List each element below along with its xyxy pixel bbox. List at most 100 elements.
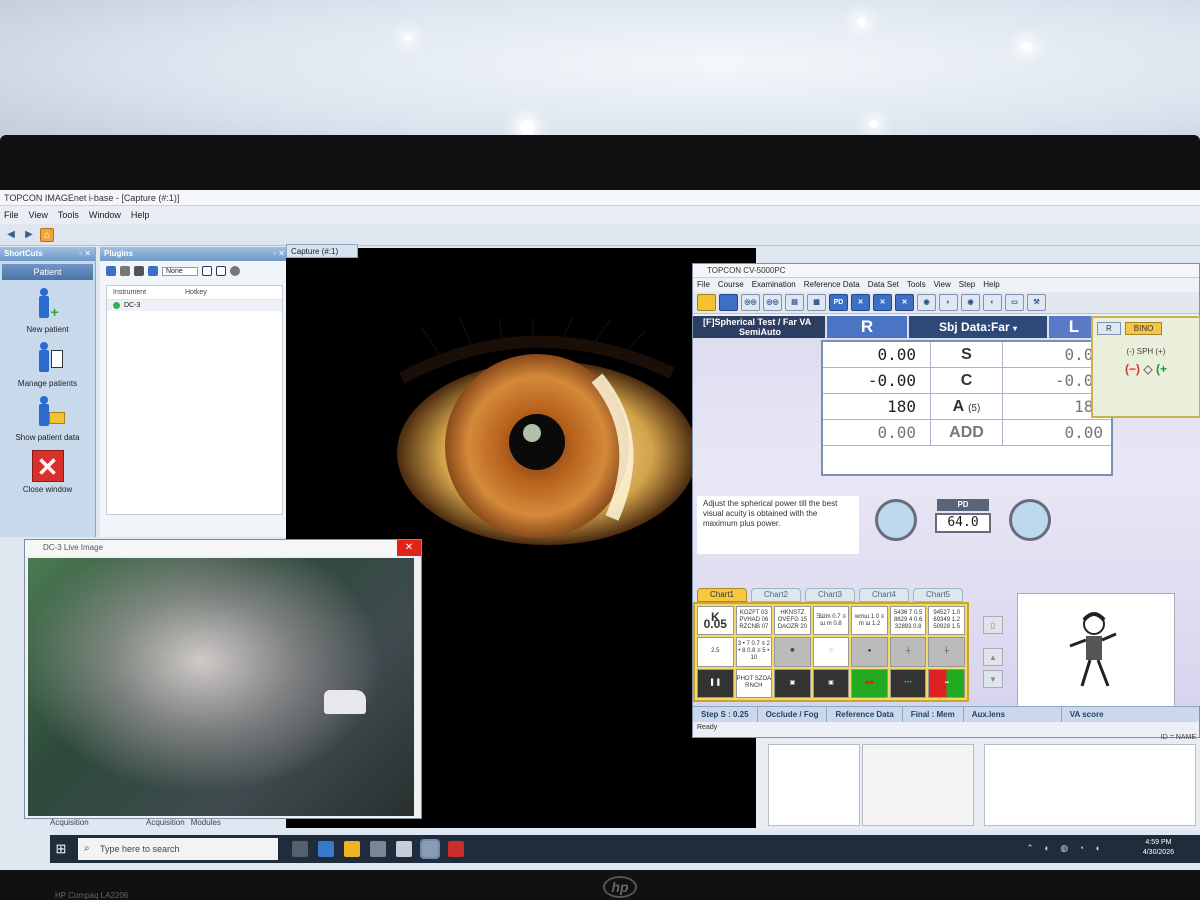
tab-acquisition-small[interactable]: Acquisition (146, 818, 185, 832)
imagenet-app-icon[interactable] (420, 839, 440, 859)
minus-icon[interactable]: (−) (1125, 362, 1140, 376)
taskbar-search-input[interactable]: ⌕ Type here to search (78, 838, 278, 860)
cv-menu-course[interactable]: Course (718, 278, 744, 292)
menu-file[interactable]: File (4, 206, 19, 224)
store-icon[interactable] (370, 841, 386, 857)
calendar-icon[interactable]: ▦ (807, 294, 826, 311)
cv5000-app-icon[interactable] (448, 841, 464, 857)
chart-mask-icon[interactable]: ▯ (983, 616, 1003, 634)
pd-icon[interactable]: PD (829, 294, 848, 311)
tab-chart2[interactable]: Chart2 (751, 588, 801, 602)
hotkey-select[interactable]: None (162, 266, 198, 276)
system-tray-icons[interactable]: ⌃ ◐ ◍ ◔ ◖ (1026, 843, 1104, 854)
tab-acquisition[interactable]: Acquisition (50, 818, 140, 832)
capture-tab[interactable]: Capture (#:1) (286, 244, 358, 258)
windows-start-icon[interactable]: ⊞ (50, 841, 72, 857)
open-folder-icon[interactable] (697, 294, 716, 311)
monitor-icon[interactable] (148, 266, 158, 276)
chart-cell-lines-icon[interactable]: ▌▐ (697, 668, 734, 698)
cv-menu-tools[interactable]: Tools (907, 278, 926, 292)
chart-cell-cross-icon[interactable]: ┼ (928, 637, 965, 667)
chart-cell-color-dots-icon[interactable]: •+• (889, 668, 927, 698)
mail-icon[interactable] (396, 841, 412, 857)
chart-cell[interactable]: 2.5 (697, 637, 734, 667)
edge-icon[interactable] (318, 841, 334, 857)
patient-tab[interactable]: Patient (2, 264, 93, 280)
menu-tools[interactable]: Tools (58, 206, 79, 224)
menu-view[interactable]: View (29, 206, 48, 224)
chart-cell[interactable]: ƎШm 0.7 ≡ ш m 0.8 (812, 606, 850, 636)
sph-adjuster[interactable]: (−) ◇ (+ (1093, 362, 1199, 376)
right-eye-header[interactable]: R (827, 316, 907, 338)
cv-menu-data-set[interactable]: Data Set (868, 278, 899, 292)
tool-icon[interactable] (120, 266, 130, 276)
down-arrow-icon[interactable]: ▼ (983, 670, 1003, 688)
left-add-value[interactable]: 0.00 (1003, 420, 1111, 445)
tab-chart5[interactable]: Chart5 (913, 588, 963, 602)
right-sph-value[interactable]: 0.00 (823, 342, 931, 367)
camera-icon[interactable] (106, 266, 116, 276)
cv-menu-help[interactable]: Help (983, 278, 999, 292)
home-icon[interactable]: ⌂ (40, 227, 54, 242)
occlude-fog-button[interactable]: Occlude / Fog (758, 707, 828, 722)
h-icon[interactable] (202, 266, 212, 276)
cv-menu-examination[interactable]: Examination (752, 278, 796, 292)
manage-patients-button[interactable]: Manage patients (0, 342, 95, 388)
aux-lens-button[interactable]: Aux.lens (964, 707, 1062, 722)
glasses-compare-icon[interactable]: ◎◎ (763, 294, 782, 311)
tab-modules[interactable]: Modules (191, 818, 221, 832)
plus-icon[interactable]: (+ (1156, 362, 1167, 376)
chart-cell-red-green-icon[interactable]: ▪▪ (928, 668, 965, 698)
back-arrow-icon[interactable]: ◀ (4, 228, 18, 242)
image-thumbnail-slot[interactable] (984, 744, 1196, 826)
reference-data-button[interactable]: Reference Data (827, 707, 903, 722)
bino-button[interactable]: BINO (1124, 322, 1163, 335)
chart-cell[interactable]: 5436 7 0.5 8829 4 0.6 32893 0.8 (889, 606, 927, 636)
record-icon[interactable] (230, 266, 240, 276)
right-axis-value[interactable]: 180 (823, 394, 931, 419)
cv-menu-file[interactable]: File (697, 278, 710, 292)
eye-view-icon[interactable]: ◉ (961, 294, 980, 311)
cv-menu-step[interactable]: Step (959, 278, 975, 292)
taskbar-clock[interactable]: 4:59 PM 4/30/2026 (1143, 838, 1174, 858)
forward-arrow-icon[interactable]: ▶ (22, 228, 36, 242)
close-window-button[interactable]: ✕ Close window (0, 450, 95, 494)
panel-close-icon[interactable]: ▫ ✕ (79, 247, 91, 261)
chart-cell-color-icon[interactable]: ◆◆ (851, 668, 888, 698)
task-view-icon[interactable] (292, 841, 308, 857)
va-score-button[interactable]: VA score (1062, 707, 1112, 722)
close-icon[interactable]: ✕ (397, 540, 421, 556)
subjective-data-select[interactable]: Sbj Data:Far ▾ (909, 316, 1047, 338)
patient-icon[interactable] (719, 294, 738, 311)
chart-cell[interactable]: wmш 1.0 ≡ m ш 1.2 (851, 606, 888, 636)
tab-chart1[interactable]: Chart1 (697, 588, 747, 602)
step-setting[interactable]: Step S : 0.25 (693, 707, 758, 722)
glasses-icon[interactable]: ◎◎ (741, 294, 760, 311)
chart-cell[interactable]: PHOT SZOA RNCH (735, 668, 773, 698)
eye-icon[interactable] (134, 266, 144, 276)
chart-cell-dots-icon[interactable]: ⁘ (812, 637, 850, 667)
file-explorer-icon[interactable] (344, 841, 360, 857)
right-add-value[interactable]: 0.00 (823, 420, 931, 445)
chart-cell-square-icon[interactable]: ▣ (774, 668, 811, 698)
prism-icon[interactable]: ✕ (895, 294, 914, 311)
cross-cylinder-icon[interactable]: ✕ (851, 294, 870, 311)
va-icon[interactable]: ✕ (873, 294, 892, 311)
image-thumbnail-slot[interactable] (862, 744, 974, 826)
chart-cell-square-icon[interactable]: ▣ (812, 668, 850, 698)
show-patient-data-button[interactable]: Show patient data (0, 396, 95, 442)
tab-chart3[interactable]: Chart3 (805, 588, 855, 602)
up-arrow-icon[interactable]: ▲ (983, 648, 1003, 666)
table-icon[interactable]: ▤ (785, 294, 804, 311)
shield-icon[interactable]: ◐ (939, 294, 958, 311)
pd-value[interactable]: 64.0 (935, 513, 991, 533)
m-icon[interactable] (216, 266, 226, 276)
right-cyl-value[interactable]: -0.00 (823, 368, 931, 393)
chart-cell-dot-icon[interactable]: ● (851, 637, 888, 667)
phoropter-icon[interactable]: ◉ (917, 294, 936, 311)
new-patient-button[interactable]: + New patient (0, 288, 95, 334)
chart-cell[interactable]: HKNSTZ OVEFG 15 DAOZR 20 (774, 606, 811, 636)
right-eye-button[interactable]: R (1097, 322, 1121, 335)
final-mem-button[interactable]: Final : Mem (903, 707, 964, 722)
lens-icon[interactable]: ◐ (983, 294, 1002, 311)
